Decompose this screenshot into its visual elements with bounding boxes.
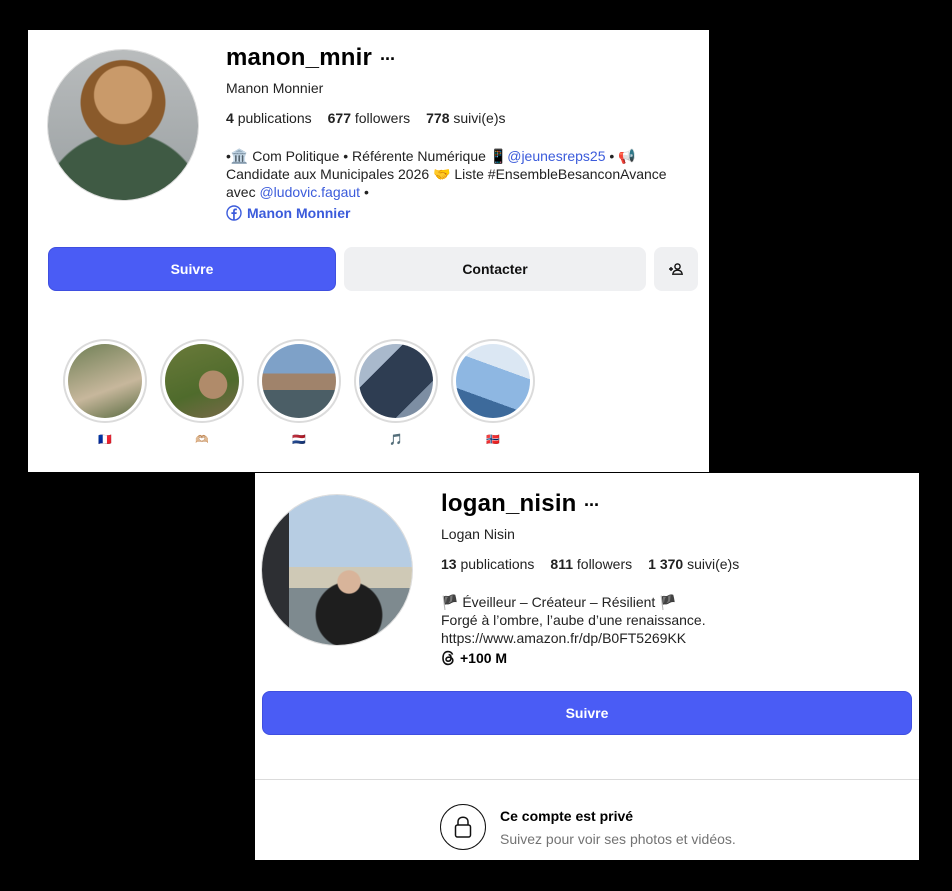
follow-button[interactable]: Suivre (48, 247, 336, 291)
private-account-title: Ce compte est privé (500, 808, 634, 824)
profile-bio: 🏴 Éveilleur – Créateur – Résilient 🏴 For… (441, 593, 861, 647)
publications-stat[interactable]: 13 publications (441, 556, 534, 572)
private-account-subtitle: Suivez pour voir ses photos et vidéos. (500, 831, 736, 847)
profile-card-logan: logan_nisin ··· Logan Nisin 13 publicati… (255, 473, 919, 860)
highlight-item[interactable]: 🫶🏼 (160, 339, 244, 447)
contact-button[interactable]: Contacter (344, 247, 646, 291)
profile-stats: 4 publications 677 followers 778 suivi(e… (226, 110, 506, 126)
followers-stat[interactable]: 811 followers (550, 556, 632, 572)
highlight-item[interactable]: 🎵 (354, 339, 438, 447)
profile-card-manon: manon_mnir ··· Manon Monnier 4 publicati… (28, 30, 709, 472)
profile-stats: 13 publications 811 followers 1 370 suiv… (441, 556, 739, 572)
highlight-cover (165, 344, 239, 418)
more-options-icon[interactable]: ··· (584, 495, 600, 516)
highlight-label: 🫶🏼 (195, 434, 209, 446)
lock-icon (454, 816, 472, 838)
mention-link[interactable]: @jeunesreps25 (507, 148, 605, 164)
add-person-icon (669, 263, 684, 275)
follow-button[interactable]: Suivre (262, 691, 912, 735)
highlight-item[interactable]: 🇳🇴 (451, 339, 535, 447)
profile-full-name: Logan Nisin (441, 526, 515, 542)
story-highlights: 🇫🇷 🫶🏼 🇳🇱 🎵 🇳🇴 (63, 339, 535, 447)
highlight-cover (359, 344, 433, 418)
followers-stat[interactable]: 677 followers (328, 110, 411, 126)
highlight-label: 🎵 (389, 434, 403, 446)
threads-link[interactable]: +100 M (441, 650, 507, 666)
facebook-icon (226, 205, 242, 221)
suggested-accounts-button[interactable] (654, 247, 698, 291)
highlight-label: 🇫🇷 (98, 434, 112, 446)
profile-username: logan_nisin (441, 490, 577, 517)
highlight-cover (456, 344, 530, 418)
profile-avatar[interactable] (48, 50, 198, 200)
highlight-label: 🇳🇴 (486, 434, 500, 446)
highlight-item[interactable]: 🇳🇱 (257, 339, 341, 447)
facebook-link[interactable]: Manon Monnier (226, 205, 350, 221)
publications-stat[interactable]: 4 publications (226, 110, 312, 126)
profile-bio: •🏛️ Com Politique • Référente Numérique … (226, 148, 667, 200)
profile-username: manon_mnir (226, 44, 373, 71)
highlight-item[interactable]: 🇫🇷 (63, 339, 147, 447)
private-account-badge (440, 804, 486, 850)
profile-avatar[interactable] (262, 495, 412, 645)
following-stat[interactable]: 778 suivi(e)s (426, 110, 505, 126)
mention-link[interactable]: @ludovic.fagaut (259, 184, 360, 200)
divider (255, 779, 919, 780)
highlight-cover (262, 344, 336, 418)
profile-full-name: Manon Monnier (226, 80, 324, 96)
highlight-cover (68, 344, 142, 418)
bio-url: https://www.amazon.fr/dp/B0FT5269KK (441, 630, 687, 646)
following-stat[interactable]: 1 370 suivi(e)s (648, 556, 739, 572)
more-options-icon[interactable]: ··· (380, 49, 396, 70)
highlight-label: 🇳🇱 (292, 434, 306, 446)
threads-icon (442, 650, 454, 666)
